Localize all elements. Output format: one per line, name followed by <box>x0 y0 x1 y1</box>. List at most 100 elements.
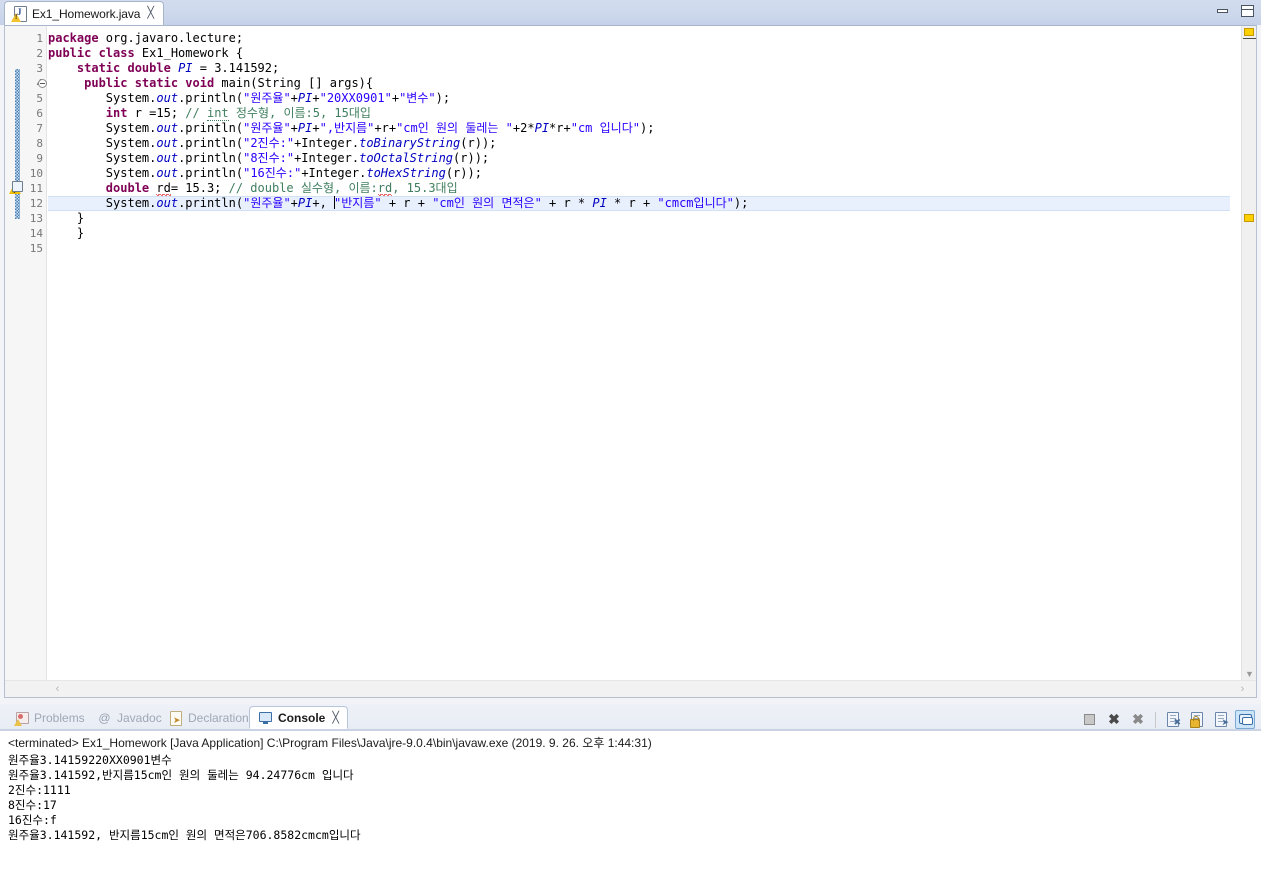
horizontal-scrollbar[interactable]: ‹ › <box>5 680 1256 697</box>
editor-tab-ex1-homework[interactable]: J ! Ex1_Homework.java ╳ <box>4 1 164 25</box>
code-token: Ex1_Homework { <box>141 46 244 60</box>
code-line[interactable]: static double PI = 3.141592; <box>48 61 279 76</box>
code-token: out <box>156 166 179 180</box>
code-token: package <box>48 31 106 45</box>
code-line[interactable]: package org.javaro.lecture; <box>48 31 243 46</box>
code-token: System. <box>48 121 157 135</box>
code-token: ); <box>733 196 749 210</box>
overview-ruler[interactable]: ▲ ▼ <box>1241 26 1256 681</box>
warning-marker-icon[interactable]: ! <box>8 181 23 195</box>
overview-down-arrow-icon[interactable]: ▼ <box>1244 670 1255 679</box>
code-line[interactable]: } <box>48 226 84 241</box>
vertical-scrollbar-thumb[interactable] <box>1243 38 1256 39</box>
editor-frame: 1234567891011!12131415 package org.javar… <box>4 25 1257 698</box>
code-token: "cmcm입니다" <box>657 196 734 210</box>
scroll-lock-button[interactable] <box>1187 710 1207 729</box>
code-token: // double 실수형, 이름: <box>228 181 378 195</box>
code-line[interactable]: } <box>48 211 84 226</box>
code-token: rd <box>156 181 171 196</box>
tab-console-label: Console <box>278 710 326 725</box>
code-line[interactable]: public static void main(String [] args){ <box>48 76 373 91</box>
code-line[interactable]: System.out.println("원주율"+PI+, "반지름" + r … <box>48 196 748 211</box>
code-token: "20XX0901" <box>319 91 392 105</box>
code-line[interactable]: System.out.println("2진수:"+Integer.toBina… <box>48 136 497 151</box>
bottom-panel-tab-bar: Problems @ Javadoc ➤ Declaration Console… <box>0 704 1261 730</box>
code-token: + <box>312 196 320 210</box>
code-token: "cm인 원의 둘레는 " <box>396 121 513 135</box>
code-token: (r)); <box>460 136 497 150</box>
code-line[interactable]: System.out.println("원주율"+PI+"20XX0901"+"… <box>48 91 450 106</box>
code-token: .println( <box>178 121 244 135</box>
code-line[interactable]: double rd= 15.3; // double 실수형, 이름:rd, 1… <box>48 181 458 196</box>
tab-problems[interactable]: Problems <box>6 706 93 729</box>
remove-all-launches-button[interactable]: ✖ <box>1128 710 1148 729</box>
console-output-line: 원주율3.141592, 반지름15cm인 원의 면적은706.8582cmcm… <box>8 828 361 842</box>
code-token: double <box>105 181 157 195</box>
overview-warning-marker[interactable] <box>1244 28 1254 36</box>
code-area[interactable]: package org.javaro.lecture; public class … <box>48 26 1230 681</box>
code-token: "원주율" <box>243 196 291 210</box>
code-line[interactable]: System.out.println("8진수:"+Integer.toOcta… <box>48 151 489 166</box>
code-token: PI <box>297 196 313 210</box>
code-token: public class <box>48 46 142 60</box>
code-token: .println( <box>178 166 244 180</box>
console-header-line: <terminated> Ex1_Homework [Java Applicat… <box>8 736 652 750</box>
code-token: (r)); <box>453 151 490 165</box>
line-number: 3 <box>36 62 43 75</box>
code-token: , 15.3대입 <box>392 181 458 195</box>
console-output-line: 8진수:17 <box>8 798 57 812</box>
console-output-line: 16진수:f <box>8 813 57 827</box>
overview-warning-marker[interactable] <box>1244 214 1254 222</box>
code-token: .println( <box>178 196 244 210</box>
code-line[interactable]: System.out.println("16진수:"+Integer.toHex… <box>48 166 482 181</box>
console-output-line: 원주율3.14159220XX0901변수 <box>8 753 172 767</box>
eclipse-window: J ! Ex1_Homework.java ╳ 1234567891011!12… <box>0 0 1261 873</box>
code-token: + <box>290 196 298 210</box>
console-toolbar: ✖ ✖ ✖ ➤ <box>1080 710 1255 729</box>
code-line[interactable]: int r =15; // int 정수형, 이름:5, 15대입 <box>48 106 371 121</box>
code-token: "원주율" <box>243 91 291 105</box>
code-token: static double <box>76 61 179 75</box>
clear-console-button[interactable]: ✖ <box>1163 710 1183 729</box>
scroll-left-icon[interactable]: ‹ <box>50 682 65 697</box>
code-token: + r + <box>381 196 433 210</box>
close-icon[interactable]: ╳ <box>332 711 339 724</box>
code-token: public static void <box>84 76 222 90</box>
code-token: org.javaro.lecture; <box>105 31 244 45</box>
editor-gutter[interactable]: 1234567891011!12131415 <box>5 26 47 681</box>
console-output-view[interactable]: <terminated> Ex1_Homework [Java Applicat… <box>0 730 1261 873</box>
java-file-warning-icon: J ! <box>11 6 27 22</box>
code-token: ",반지름" <box>319 121 375 135</box>
tab-javadoc[interactable]: @ Javadoc <box>89 706 170 729</box>
scroll-right-icon[interactable]: › <box>1235 682 1250 697</box>
maximize-icon[interactable] <box>1240 4 1256 19</box>
fold-collapse-icon[interactable] <box>38 79 47 88</box>
code-token: PI <box>178 61 193 75</box>
line-number: 1 <box>36 32 43 45</box>
toolbar-separator <box>1155 711 1156 728</box>
code-token: "2진수:" <box>243 136 295 150</box>
display-selected-console-button[interactable] <box>1235 710 1255 729</box>
code-token: out <box>156 91 179 105</box>
line-number: 5 <box>36 92 43 105</box>
code-line[interactable]: public class Ex1_Homework { <box>48 46 243 61</box>
pin-console-button[interactable]: ➤ <box>1211 710 1231 729</box>
terminate-button[interactable] <box>1080 710 1100 729</box>
code-token: ); <box>639 121 655 135</box>
line-number: 10 <box>29 167 43 180</box>
code-token: *r+ <box>549 121 571 135</box>
line-number: 8 <box>36 137 43 150</box>
tab-console[interactable]: Console ╳ <box>249 706 348 729</box>
code-line[interactable]: System.out.println("원주율"+PI+",반지름"+r+"cm… <box>48 121 655 136</box>
code-token: System. <box>48 151 157 165</box>
close-icon[interactable]: ╳ <box>147 8 154 19</box>
code-token: System. <box>48 196 157 210</box>
minimize-icon[interactable] <box>1215 4 1231 19</box>
tab-declaration[interactable]: ➤ Declaration <box>160 706 257 729</box>
code-token: out <box>156 136 179 150</box>
tab-javadoc-label: Javadoc <box>117 710 162 725</box>
remove-launch-button[interactable]: ✖ <box>1104 710 1124 729</box>
code-token: "변수" <box>399 91 436 105</box>
code-token: + r * <box>541 196 593 210</box>
